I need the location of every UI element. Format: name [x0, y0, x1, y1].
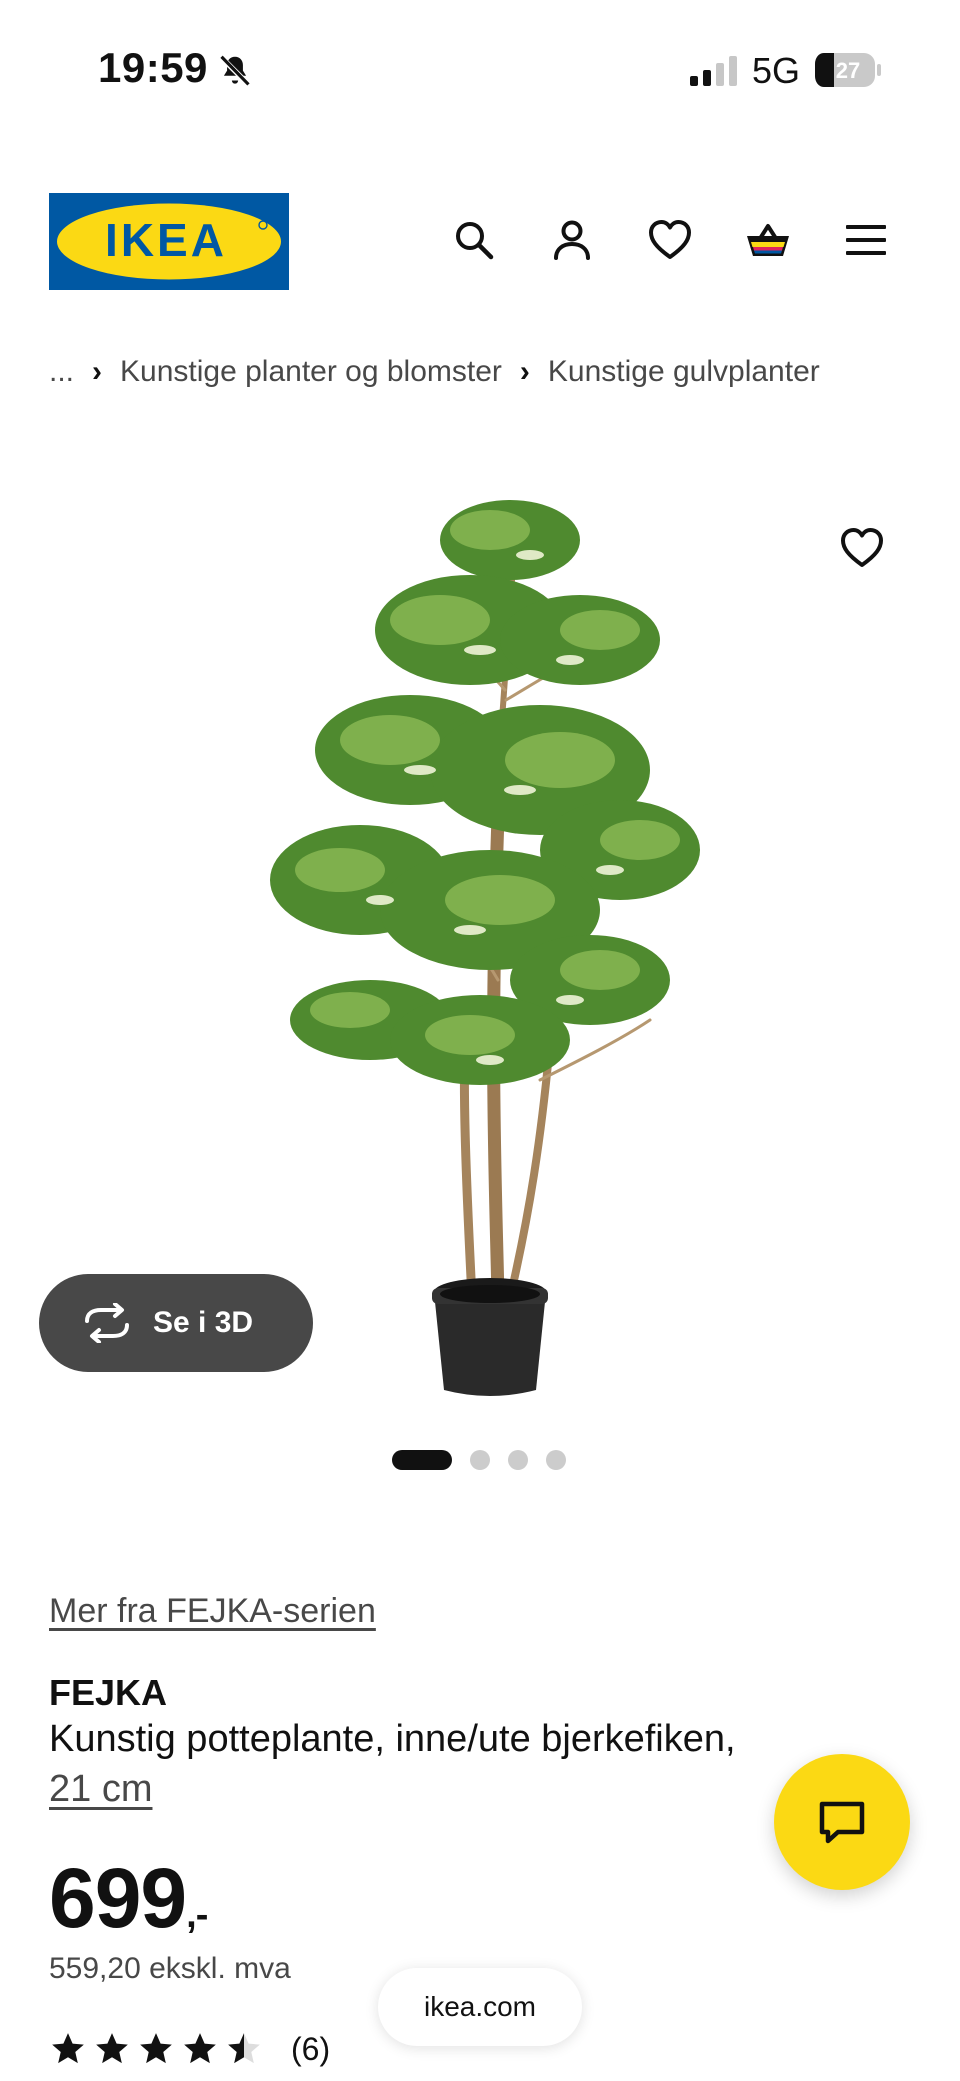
- star-full-icon: [96, 2033, 128, 2064]
- search-icon[interactable]: [450, 216, 498, 264]
- breadcrumb-item-floor-plants[interactable]: Kunstige gulvplanter: [548, 355, 820, 389]
- bell-slash-icon: [218, 54, 252, 88]
- price-value: 699: [49, 1851, 187, 1945]
- carousel-dot-4[interactable]: [546, 1450, 566, 1470]
- rotate-3d-icon: [85, 1303, 129, 1343]
- chat-bubble-icon: [819, 1801, 865, 1844]
- browser-url: ikea.com: [423, 1991, 537, 2022]
- status-time: 19:59: [98, 44, 208, 91]
- carousel-dot-1[interactable]: [392, 1450, 452, 1470]
- product-name: FEJKA: [49, 1672, 168, 1713]
- review-count: (6): [291, 2030, 331, 2067]
- star-full-icon: [140, 2033, 172, 2064]
- battery-level: 27: [836, 58, 860, 83]
- star-full-icon: [52, 2033, 84, 2064]
- status-bar: 19:59 5G 27: [0, 0, 960, 140]
- carousel-dot-2[interactable]: [470, 1450, 490, 1470]
- price-excl-vat: 559,20 ekskl. mva: [49, 1952, 291, 1985]
- menu-icon[interactable]: [842, 216, 890, 264]
- battery-icon: 27: [815, 53, 881, 87]
- cellular-signal-icon: [690, 56, 737, 86]
- series-link[interactable]: Mer fra FEJKA-serien: [49, 1592, 376, 1631]
- star-full-icon: [184, 2033, 216, 2064]
- browser-url-pill[interactable]: ikea.com: [378, 1968, 582, 2046]
- price-suffix: ,-: [186, 1894, 208, 1936]
- product-size-link[interactable]: 21 cm: [49, 1768, 152, 1811]
- heart-icon[interactable]: [646, 216, 694, 264]
- chat-button[interactable]: [774, 1754, 910, 1890]
- product-page: 19:59 5G 27 IKEA ... › Kunstige planter …: [0, 0, 960, 2081]
- carousel-dots: [392, 1448, 566, 1472]
- view-in-3d-button[interactable]: Se i 3D: [39, 1274, 313, 1372]
- ikea-logo[interactable]: IKEA: [49, 193, 289, 290]
- product-price: 699,-: [49, 1850, 208, 1947]
- star-half-icon: [228, 2033, 260, 2064]
- product-image[interactable]: [240, 460, 720, 1400]
- chevron-right-icon: ›: [519, 355, 530, 388]
- chevron-right-icon: ›: [92, 355, 103, 388]
- logo-text: IKEA: [105, 214, 227, 266]
- view-in-3d-label: Se i 3D: [153, 1306, 254, 1339]
- user-icon[interactable]: [548, 216, 596, 264]
- breadcrumb-item-artificial-plants[interactable]: Kunstige planter og blomster: [120, 355, 502, 389]
- cart-icon[interactable]: [744, 216, 792, 264]
- carousel-dot-3[interactable]: [508, 1450, 528, 1470]
- breadcrumb-ellipsis[interactable]: ...: [49, 355, 74, 389]
- add-to-wishlist-heart-icon[interactable]: [838, 524, 886, 572]
- breadcrumb: ... › Kunstige planter og blomster › Kun…: [49, 352, 820, 392]
- network-label: 5G: [752, 50, 801, 91]
- product-description: Kunstig potteplante, inne/ute bjerkefike…: [49, 1718, 736, 1760]
- rating[interactable]: (6): [49, 2030, 330, 2068]
